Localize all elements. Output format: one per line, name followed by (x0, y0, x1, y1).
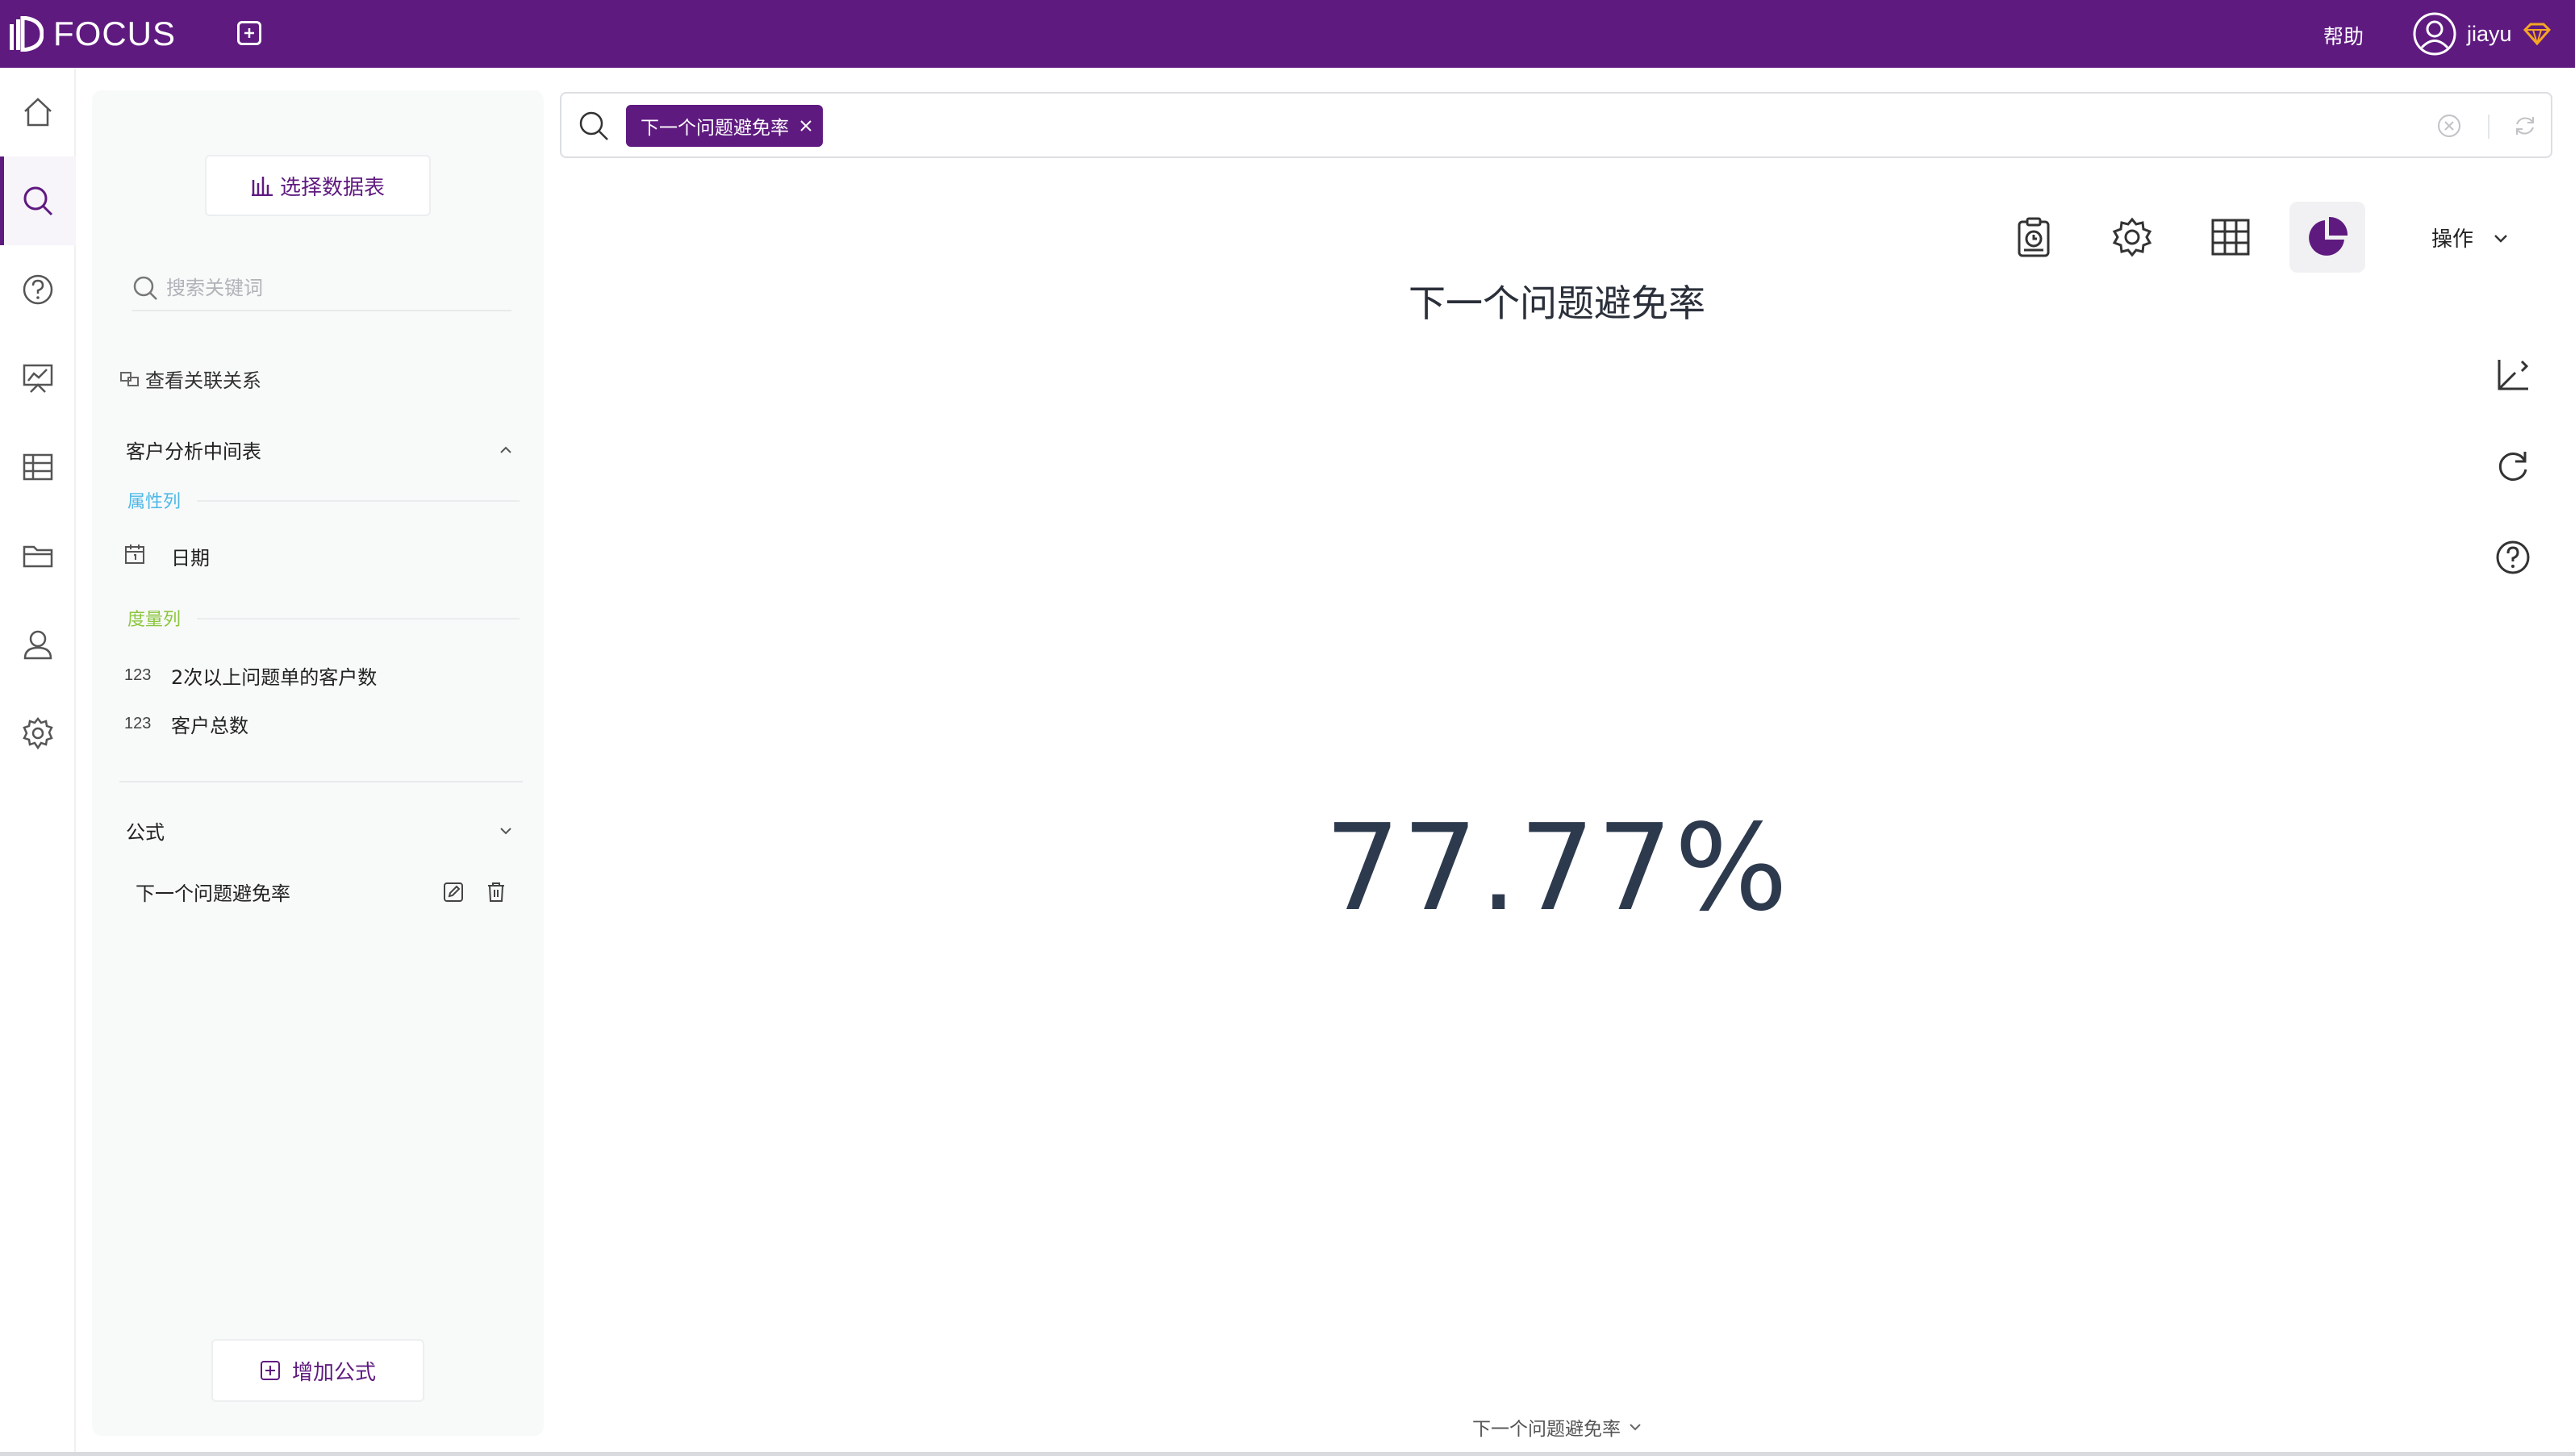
field-name: 2次以上问题单的客户数 (171, 666, 378, 689)
nav-files[interactable] (0, 511, 76, 600)
field-measure-1[interactable]: 123 2次以上问题单的客户数 (124, 661, 377, 690)
logo-text: FOCUS (53, 15, 176, 52)
nav-search[interactable] (0, 156, 76, 245)
nav-settings[interactable] (0, 689, 76, 778)
gear-icon (2112, 217, 2152, 257)
search-separator (2488, 115, 2489, 139)
chart-settings-button[interactable] (2094, 202, 2170, 273)
formula-item[interactable]: 下一个问题避免率 (136, 878, 507, 906)
help-tool[interactable] (2493, 537, 2533, 578)
select-table-button[interactable]: 选择数据表 (205, 155, 431, 216)
chart-title: 下一个问题避免率 (1409, 282, 1705, 325)
chevron-up-icon[interactable] (499, 445, 513, 455)
attribute-section-label: 属性列 (127, 492, 182, 512)
add-tab-button[interactable] (237, 21, 261, 45)
pie-chart-icon (2309, 216, 2348, 256)
table-name: 客户分析中间表 (126, 440, 261, 463)
question-icon (23, 274, 53, 305)
avatar-icon (2413, 12, 2456, 56)
folder-icon (23, 545, 53, 568)
measure-selector-label: 下一个问题避免率 (1472, 1419, 1621, 1440)
nav-dashboard[interactable] (0, 334, 76, 423)
search-token-label: 下一个问题避免率 (641, 118, 789, 139)
search-icon (579, 111, 608, 140)
numeric-type-label: 123 (124, 666, 152, 684)
app-logo[interactable]: FOCUS (8, 13, 176, 55)
search-icon (23, 186, 53, 216)
user-icon (23, 630, 52, 660)
nav-question[interactable] (0, 245, 76, 334)
top-bar: FOCUS 帮助 jiayu (0, 0, 2575, 68)
data-panel: 选择数据表 查看关联关系 客户分析中间表 属性列 日期 度量列 (92, 90, 544, 1436)
refresh-chart-tool[interactable] (2493, 445, 2533, 486)
select-table-label: 选择数据表 (279, 175, 385, 200)
refresh-icon (2498, 452, 2527, 481)
search-token[interactable]: 下一个问题避免率 (626, 105, 823, 147)
relation-icon (120, 371, 139, 386)
bottom-border (0, 1452, 2575, 1456)
field-name: 日期 (171, 547, 210, 569)
formula-group-header[interactable]: 公式 (126, 816, 513, 845)
keyword-search-input[interactable] (166, 277, 489, 299)
calendar-icon (124, 544, 171, 569)
measure-section-label: 度量列 (127, 610, 182, 630)
nav-rail (0, 68, 76, 1456)
add-formula-button[interactable]: 增加公式 (211, 1339, 424, 1402)
user-menu[interactable]: jiayu (2412, 11, 2551, 56)
section-divider (119, 781, 523, 782)
table-icon (2211, 219, 2250, 256)
nav-home[interactable] (0, 68, 76, 156)
chevron-down-icon (2494, 234, 2507, 243)
nav-users[interactable] (0, 600, 76, 689)
operations-label: 操作 (2431, 227, 2474, 252)
chevron-down-icon (1630, 1424, 1641, 1431)
chart-type-button[interactable] (2289, 202, 2365, 273)
clipboard-clock-icon (2018, 217, 2050, 257)
measure-divider (197, 618, 520, 620)
report-button[interactable] (1996, 202, 2072, 273)
keyword-search[interactable] (132, 266, 511, 311)
plus-icon (244, 28, 254, 38)
numeric-type-label: 123 (124, 715, 152, 732)
view-relations-label: 查看关联关系 (145, 369, 261, 392)
refresh-icon[interactable] (2512, 113, 2538, 139)
question-icon (2496, 540, 2530, 574)
table-view-button[interactable] (2193, 202, 2268, 273)
kpi-value: 77.77% (1324, 799, 1790, 937)
bar-chart-icon (251, 177, 273, 196)
view-relations-link[interactable]: 查看关联关系 (119, 365, 261, 393)
nav-tables[interactable] (0, 423, 76, 511)
plus-square-icon (260, 1361, 280, 1380)
vip-diamond-icon (2523, 23, 2551, 45)
table-icon (23, 453, 53, 481)
delete-icon[interactable] (486, 881, 507, 903)
query-search-bar[interactable]: 下一个问题避免率 (560, 92, 2552, 158)
field-name: 客户总数 (171, 715, 248, 737)
focus-logo-icon (10, 16, 44, 52)
clear-search-icon[interactable] (2436, 113, 2462, 139)
attribute-divider (197, 500, 520, 502)
operations-menu[interactable]: 操作 (2431, 223, 2509, 252)
table-group-header[interactable]: 客户分析中间表 (126, 436, 513, 464)
field-date[interactable]: 日期 (124, 542, 210, 570)
measure-selector[interactable]: 下一个问题避免率 (1436, 1413, 1678, 1441)
close-icon[interactable] (799, 119, 813, 133)
edit-icon[interactable] (442, 881, 465, 903)
formula-section-label: 公式 (126, 821, 165, 844)
field-measure-2[interactable]: 123 客户总数 (124, 710, 248, 738)
chevron-down-icon[interactable] (499, 826, 513, 836)
search-icon (133, 276, 157, 300)
home-icon (24, 98, 52, 127)
gear-icon (23, 716, 53, 750)
user-name: jiayu (2467, 21, 2512, 46)
dashboard-icon (23, 364, 53, 393)
add-formula-label: 增加公式 (291, 1360, 376, 1385)
help-link[interactable]: 帮助 (2323, 21, 2364, 50)
formula-name: 下一个问题避免率 (136, 882, 290, 905)
formula-actions (442, 881, 507, 903)
axis-tool[interactable] (2493, 355, 2533, 395)
axis-icon (2498, 360, 2529, 390)
